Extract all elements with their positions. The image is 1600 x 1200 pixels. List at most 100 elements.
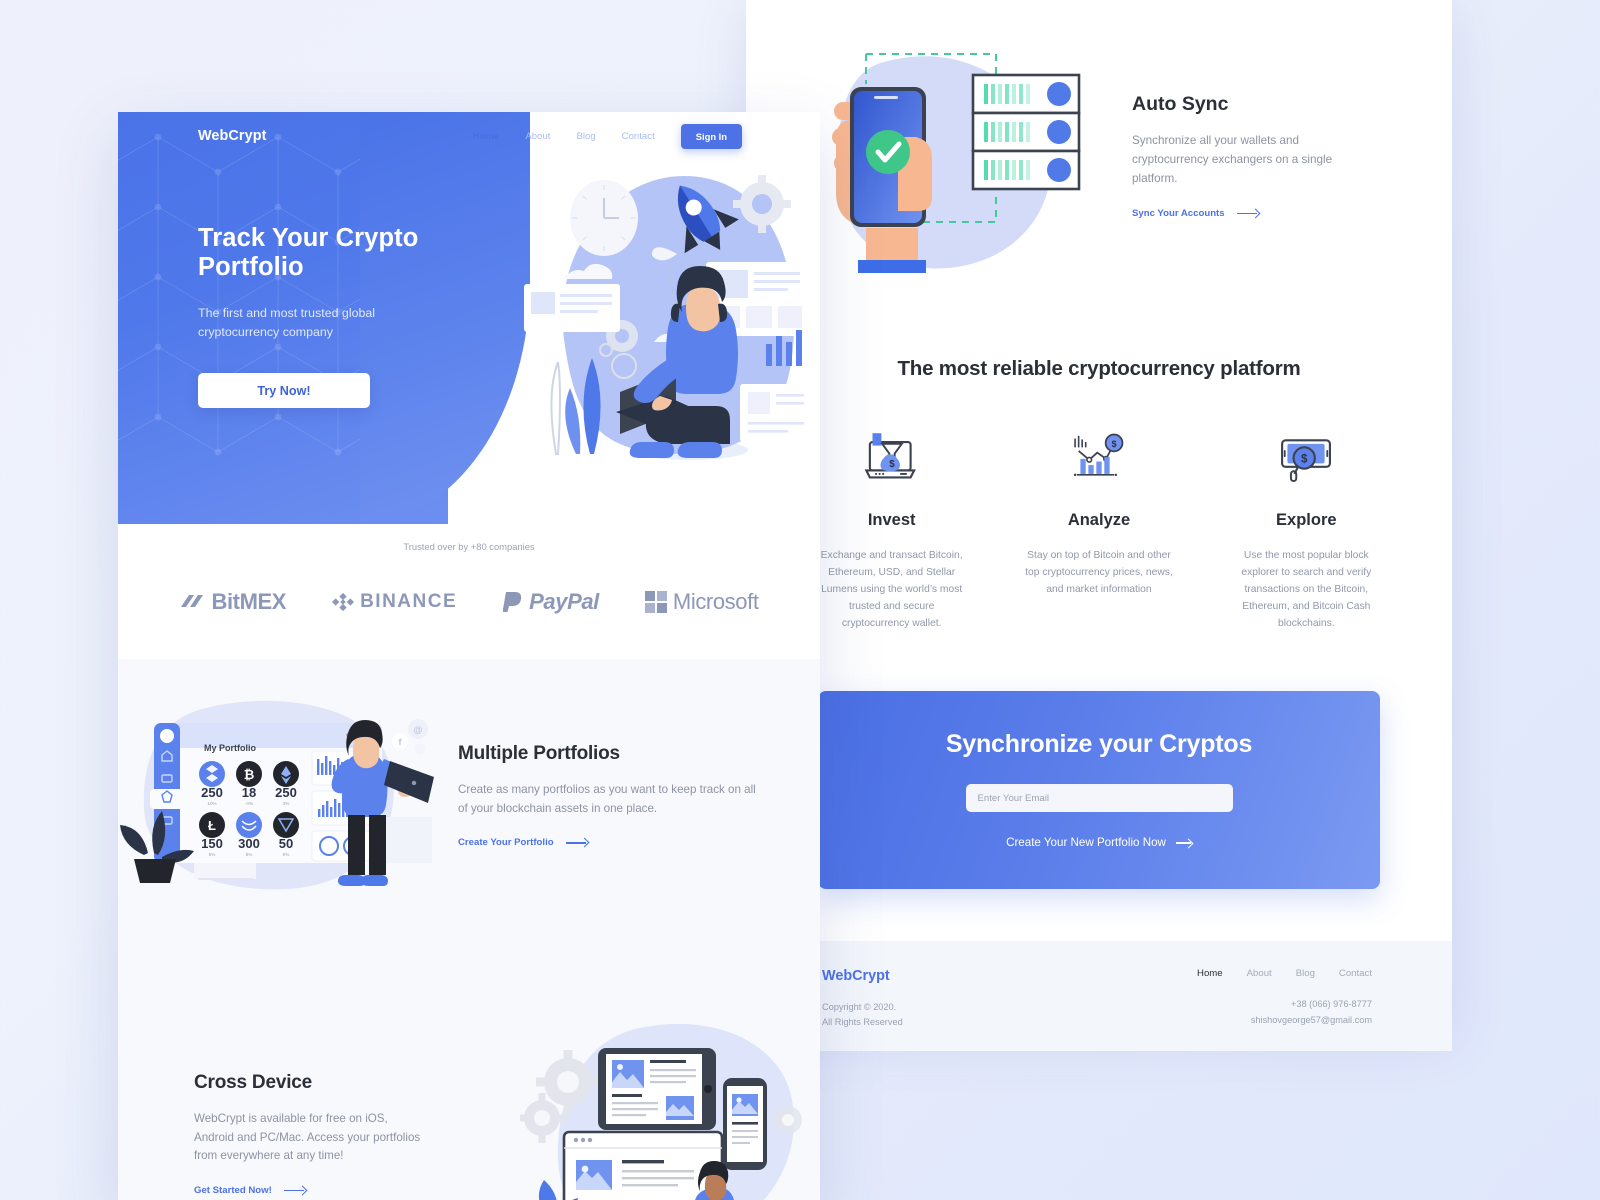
dashboard-title: My Portfolio <box>204 743 256 753</box>
arrow-right-icon <box>565 839 588 847</box>
footer-link-home[interactable]: Home <box>1197 968 1223 979</box>
logo-bitmex-text: BitMEX <box>211 589 287 614</box>
card-title: Explore <box>1276 511 1337 529</box>
footer-contact: +38 (066) 976-8777 shishovgeorge57@gmail… <box>1197 997 1372 1029</box>
platform-card-invest: $ Invest Exchange and transact Bitcoin, … <box>816 427 967 633</box>
cta-link-label: Create Your New Portfolio Now <box>1006 836 1166 850</box>
svg-text:50: 50 <box>279 836 293 851</box>
footer-brand: WebCrypt <box>822 967 890 984</box>
card-title: Analyze <box>1067 511 1131 529</box>
hero-illustration <box>494 154 814 504</box>
create-your-portfolio-link[interactable]: Create Your Portfolio <box>458 837 588 848</box>
feature-row-multiple-portfolios: My Portfolio 250 10% ₿ 18 -4% 250 3% Ł 1… <box>118 679 820 914</box>
svg-text:Ł: Ł <box>208 818 216 833</box>
logo-bitmex: BitMEX <box>179 589 286 615</box>
try-now-button[interactable]: Try Now! <box>198 373 370 409</box>
trusted-section: Trusted over by +80 companies BitMEX BIN… <box>118 524 820 615</box>
get-started-now-link[interactable]: Get Started Now! <box>194 1185 306 1196</box>
cta-title: Synchronize your Cryptos <box>945 730 1253 759</box>
auto-sync-body: Synchronize all your wallets and cryptoc… <box>1132 134 1333 185</box>
microsoft-mark-icon <box>644 591 667 613</box>
svg-text:$: $ <box>1301 453 1308 465</box>
svg-text:5%: 5% <box>209 852 216 857</box>
create-portfolio-now-link[interactable]: Create Your New Portfolio Now <box>1006 836 1192 849</box>
footer-email: shishovgeorge57@gmail.com <box>1250 1014 1372 1025</box>
nav-link-blog[interactable]: Blog <box>576 131 595 142</box>
top-navigation: WebCrypt Home About Blog Contact Sign In <box>118 112 820 160</box>
cross-device-illustration <box>517 1020 820 1200</box>
auto-sync-illustration <box>806 32 1096 282</box>
footer-copyright: Copyright © 2020. All Rights Reserved <box>822 1000 903 1030</box>
front-page-panel: WebCrypt Home About Blog Contact Sign In… <box>118 112 820 1200</box>
logo-binance-text: BINANCE <box>360 591 458 612</box>
auto-sync-title: Auto Sync <box>1132 93 1229 116</box>
arrow-right-icon <box>1236 209 1259 217</box>
footer-link-blog[interactable]: Blog <box>1296 968 1315 979</box>
card-body: Exchange and transact Bitcoin, Ethereum,… <box>820 550 963 629</box>
footer: WebCrypt Copyright © 2020. All Rights Re… <box>746 940 1452 1051</box>
hero-title: Track Your Crypto Portfolio <box>198 224 419 281</box>
auto-sync-section: Auto Sync Synchronize all your wallets a… <box>746 0 1452 282</box>
email-input[interactable] <box>965 784 1233 813</box>
logo-microsoft-text: Microsoft <box>672 589 759 614</box>
svg-text:6%: 6% <box>283 852 290 857</box>
arrow-right-icon <box>283 1187 306 1195</box>
svg-text:8%: 8% <box>246 852 253 857</box>
footer-copyright-line2: All Rights Reserved <box>822 1017 903 1028</box>
platform-section-title: The most reliable cryptocurrency platfor… <box>897 357 1301 380</box>
feature-link-label: Create Your Portfolio <box>458 837 554 849</box>
hero-section: WebCrypt Home About Blog Contact Sign In… <box>118 112 820 524</box>
logo-paypal: PayPal <box>503 589 599 615</box>
svg-text:250: 250 <box>275 785 297 800</box>
back-page-panel: Auto Sync Synchronize all your wallets a… <box>746 0 1452 1051</box>
platform-card-analyze: $ Analyze Stay on top of Bitcoin and oth… <box>1023 427 1174 633</box>
nav-links: Home About Blog Contact Sign In <box>473 123 742 149</box>
paypal-mark-icon <box>503 592 522 612</box>
platform-card-explore: $ Explore Use the most popular block exp… <box>1231 427 1382 633</box>
platform-cards: $ Invest Exchange and transact Bitcoin, … <box>746 427 1452 633</box>
footer-copyright-line1: Copyright © 2020. <box>822 1001 897 1012</box>
feature-row-cross-device: Cross Device WebCrypt is available for f… <box>118 1010 820 1200</box>
features-section: My Portfolio 250 10% ₿ 18 -4% 250 3% Ł 1… <box>118 659 820 1200</box>
feature-title: Cross Device <box>194 1071 313 1093</box>
explore-icon: $ <box>1231 427 1382 489</box>
partner-logos: BitMEX BINANCE PayPal Microsoft <box>118 589 820 615</box>
footer-link-contact[interactable]: Contact <box>1339 968 1372 979</box>
invest-icon: $ <box>816 427 967 489</box>
nav-link-contact[interactable]: Contact <box>622 131 655 142</box>
svg-text:250: 250 <box>201 785 223 800</box>
analyze-icon: $ <box>1023 427 1174 489</box>
cta-banner: Synchronize your Cryptos Create Your New… <box>818 690 1380 889</box>
card-body: Use the most popular block explorer to s… <box>1241 550 1372 629</box>
sync-your-accounts-link[interactable]: Sync Your Accounts <box>1132 208 1259 219</box>
svg-text:$: $ <box>1112 439 1117 449</box>
svg-text:10%: 10% <box>207 801 216 806</box>
feature-link-label: Get Started Now! <box>194 1185 272 1197</box>
nav-link-about[interactable]: About <box>525 131 550 142</box>
footer-link-about[interactable]: About <box>1247 968 1272 979</box>
sync-link-label: Sync Your Accounts <box>1132 207 1225 219</box>
svg-text:-4%: -4% <box>245 801 253 806</box>
footer-phone: +38 (066) 976-8777 <box>1291 998 1372 1009</box>
svg-text:150: 150 <box>201 836 223 851</box>
nav-link-home[interactable]: Home <box>473 131 500 142</box>
portfolio-dashboard-illustration: My Portfolio 250 10% ₿ 18 -4% 250 3% Ł 1… <box>118 689 458 904</box>
arrow-right-icon <box>1175 839 1192 847</box>
svg-text:300: 300 <box>238 836 260 851</box>
logo-binance: BINANCE <box>332 591 457 613</box>
feature-body: WebCrypt is available for free on iOS, A… <box>194 1111 421 1163</box>
svg-text:$: $ <box>889 459 895 470</box>
card-title: Invest <box>867 511 916 529</box>
bitmex-mark-icon <box>181 595 204 607</box>
svg-text:@: @ <box>413 725 422 735</box>
trusted-label: Trusted over by +80 companies <box>403 541 535 552</box>
hero-content: Track Your Crypto Portfolio The first an… <box>198 224 478 409</box>
logo-paypal-text: PayPal <box>529 589 599 614</box>
svg-text:3%: 3% <box>283 801 290 806</box>
brand-logo[interactable]: WebCrypt <box>198 128 267 144</box>
logo-microsoft: Microsoft <box>644 589 759 615</box>
binance-mark-icon <box>332 592 355 612</box>
svg-text:18: 18 <box>242 785 256 800</box>
sign-in-button[interactable]: Sign In <box>680 123 742 149</box>
svg-text:₿: ₿ <box>244 767 255 782</box>
